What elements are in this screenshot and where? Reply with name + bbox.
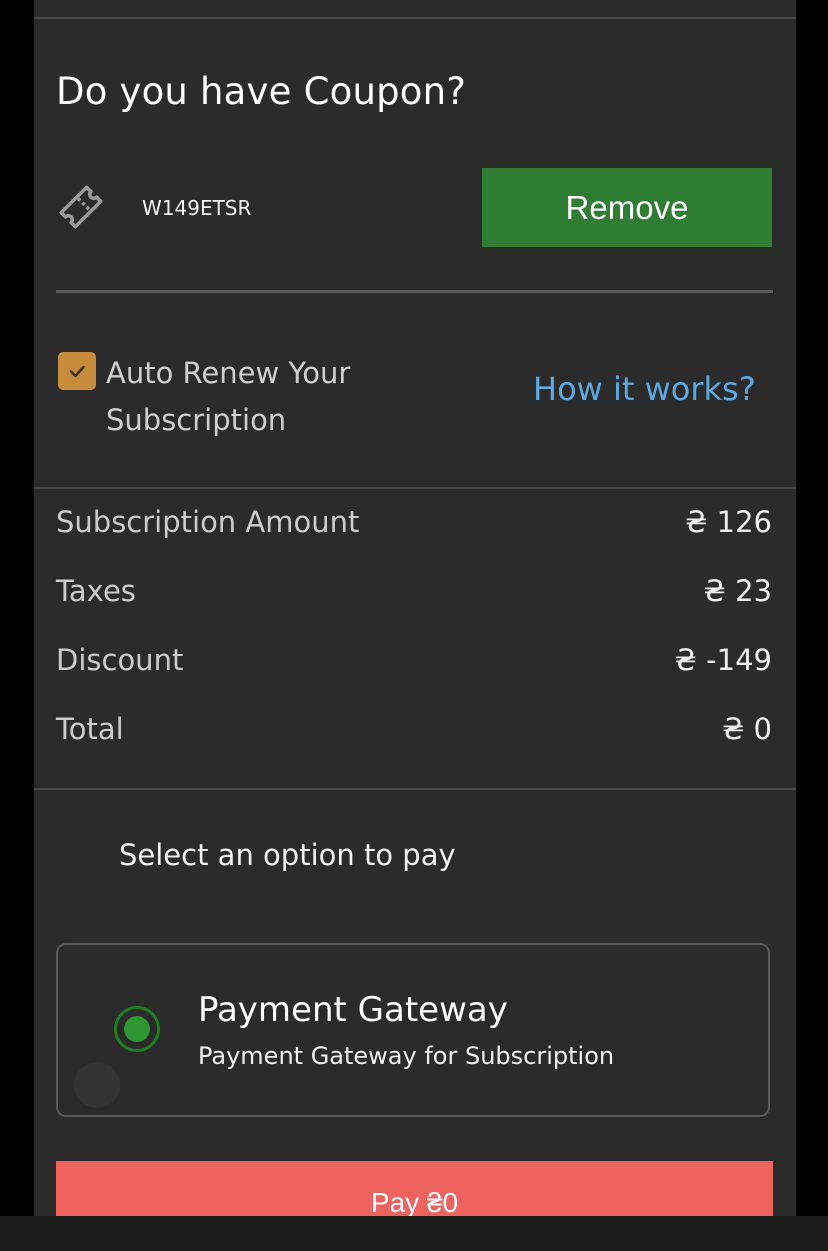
summary-label-discount: Discount bbox=[56, 643, 184, 677]
summary-label-total: Total bbox=[56, 712, 124, 746]
coupon-code: W149ETSR bbox=[142, 196, 252, 220]
bottom-nav-bar bbox=[0, 1216, 828, 1251]
summary-value-taxes: ₴ 23 bbox=[703, 574, 772, 608]
summary-label-taxes: Taxes bbox=[56, 574, 136, 608]
summary-bottom-divider bbox=[34, 788, 796, 790]
payment-option-subtitle: Payment Gateway for Subscription bbox=[198, 1042, 615, 1070]
select-payment-title: Select an option to pay bbox=[119, 838, 456, 872]
checkmark-icon bbox=[69, 365, 85, 378]
summary-value-subscription-amount: ₴ 126 bbox=[684, 505, 772, 539]
radio-selected-dot bbox=[124, 1016, 150, 1042]
auto-renew-label: Auto Renew Your Subscription bbox=[106, 356, 351, 437]
ticket-icon bbox=[54, 180, 108, 234]
coupon-divider bbox=[56, 290, 773, 293]
summary-top-divider bbox=[34, 487, 796, 489]
remove-coupon-button[interactable]: Remove bbox=[482, 168, 772, 247]
how-it-works-link[interactable]: How it works? bbox=[533, 370, 756, 408]
summary-value-discount: ₴ -149 bbox=[674, 643, 772, 677]
ripple-circle bbox=[74, 1062, 120, 1108]
auto-renew-checkbox[interactable] bbox=[58, 352, 96, 390]
coupon-title: Do you have Coupon? bbox=[56, 70, 467, 113]
payment-gateway-radio[interactable] bbox=[114, 1006, 160, 1052]
payment-option-gateway[interactable] bbox=[56, 943, 770, 1117]
summary-label-subscription-amount: Subscription Amount bbox=[56, 505, 360, 539]
payment-option-title: Payment Gateway bbox=[198, 990, 508, 1030]
summary-value-total: ₴ 0 bbox=[721, 712, 772, 746]
top-divider bbox=[34, 17, 796, 19]
